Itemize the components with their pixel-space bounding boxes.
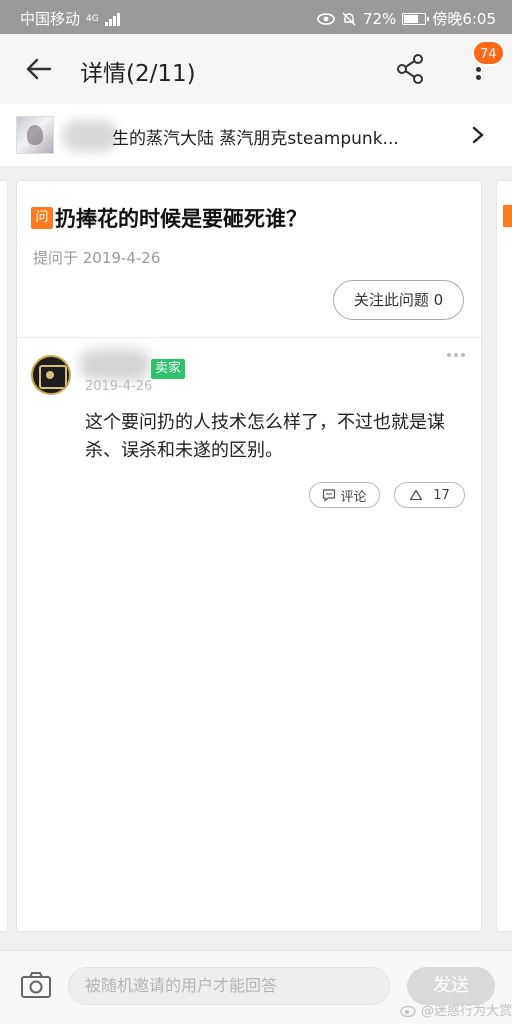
question-title: 扔捧花的时候是要砸死谁？ xyxy=(55,207,307,231)
share-icon xyxy=(397,54,423,84)
bell-off-icon xyxy=(342,11,356,26)
share-button[interactable] xyxy=(394,52,426,86)
status-bar: 中国移动 4G 72% 傍晚6:05 xyxy=(0,0,512,34)
question-tag-icon xyxy=(503,205,512,227)
arrow-left-icon xyxy=(26,58,52,80)
answer-more-button[interactable] xyxy=(447,353,467,363)
upvote-button[interactable]: 17 xyxy=(394,482,465,508)
status-right: 72% 傍晚6:05 xyxy=(317,8,496,29)
dot xyxy=(454,353,458,357)
page-title: 详情(2/11) xyxy=(80,61,196,87)
answer-date: 2019-4-26 xyxy=(85,379,153,394)
chevron-right-icon xyxy=(472,126,484,144)
triangle-up-icon xyxy=(410,489,423,501)
upvote-count: 17 xyxy=(433,487,450,503)
question-title-row: 问 扔捧花的时候是要砸死谁？ xyxy=(31,203,307,233)
top-app-bar: 详情(2/11) xyxy=(0,34,512,104)
battery-icon xyxy=(402,12,430,25)
group-bar[interactable]: 生的蒸汽大陆 蒸汽朋克steampunk... xyxy=(0,104,512,166)
eye-icon xyxy=(317,12,335,25)
battery-percent: 72% xyxy=(362,9,397,28)
redacted-group-prefix xyxy=(62,120,118,152)
comment-icon xyxy=(323,489,336,502)
group-name: 生的蒸汽大陆 蒸汽朋克steampunk... xyxy=(112,129,399,149)
answer-text: 这个要问扔的人技术怎么样了，不过也就是谋杀、误杀和未遂的区别。 xyxy=(85,412,445,461)
dot xyxy=(447,353,451,357)
dot xyxy=(475,75,481,80)
network-type: 4G xyxy=(86,13,99,24)
clock: 傍晚6:05 xyxy=(432,10,496,28)
follow-question-button[interactable]: 关注此问题 0 xyxy=(333,280,464,320)
avatar[interactable] xyxy=(31,355,71,395)
dot xyxy=(461,353,465,357)
status-left: 中国移动 4G xyxy=(20,8,120,29)
seller-badge: 卖家 xyxy=(151,359,186,379)
weibo-icon xyxy=(400,1005,416,1017)
group-thumbnail xyxy=(16,116,54,154)
previous-card-peek[interactable] xyxy=(0,180,8,932)
camera-button[interactable] xyxy=(20,971,52,999)
comment-label: 评论 xyxy=(340,489,367,505)
question-card: 问 扔捧花的时候是要砸死谁？ 提问于 2019-4-26 关注此问题 0 卖家 … xyxy=(16,180,482,932)
answer-input[interactable]: 被随机邀请的用户才能回答 xyxy=(68,967,390,1005)
signal-icon xyxy=(104,12,120,26)
next-card-peek[interactable] xyxy=(496,180,512,932)
watermark: @迷惑行为大赏 xyxy=(400,1000,512,1019)
notification-badge: 74 xyxy=(472,40,505,66)
watermark-text: @迷惑行为大赏 xyxy=(421,1004,512,1019)
question-tag: 问 xyxy=(31,207,53,229)
redacted-username xyxy=(79,349,151,381)
camera-icon xyxy=(21,972,51,998)
carrier-label: 中国移动 xyxy=(20,10,81,28)
divider xyxy=(17,337,481,338)
back-button[interactable] xyxy=(22,52,56,86)
comment-button[interactable]: 评论 xyxy=(309,482,380,508)
asked-date: 提问于 2019-4-26 xyxy=(33,249,161,267)
dot xyxy=(475,67,481,72)
